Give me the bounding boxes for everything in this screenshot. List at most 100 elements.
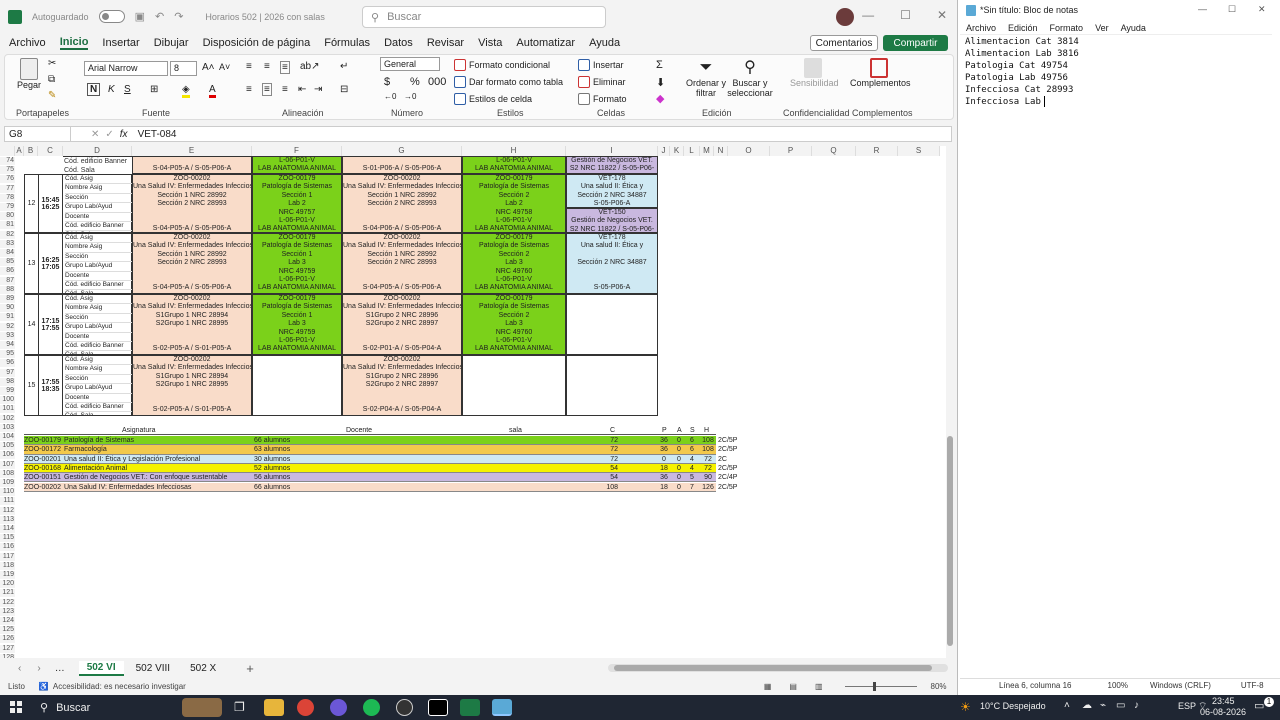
row-header-121[interactable]: 121 [0, 589, 15, 598]
summary-cell-a[interactable]: 0 [674, 483, 684, 492]
summary-cell-extra[interactable]: 2C/5P [716, 463, 756, 473]
column-header-o[interactable]: O [728, 146, 770, 156]
summary-cell-code[interactable]: ZOO-00168 [24, 464, 62, 473]
tab-disposicion[interactable]: Disposición de página [203, 37, 311, 49]
column-header-l[interactable]: L [684, 146, 700, 156]
column-header-f[interactable]: F [252, 146, 342, 156]
row-header-82[interactable]: 82 [0, 230, 15, 239]
row-header-113[interactable]: 113 [0, 515, 15, 524]
formula-input[interactable]: VET-084 [138, 129, 177, 140]
summary-cell-alumnos[interactable]: 30 alumnos [254, 455, 334, 464]
tab-dibujar[interactable]: Dibujar [154, 37, 189, 49]
row-header-94[interactable]: 94 [0, 341, 15, 349]
summary-cell-alumnos[interactable]: 56 alumnos [254, 473, 334, 482]
column-header-n[interactable]: N [714, 146, 728, 156]
column-header-m[interactable]: M [700, 146, 714, 156]
column-header-s[interactable]: S [898, 146, 940, 156]
summary-cell-c[interactable]: 72 [572, 436, 618, 445]
undo-icon[interactable]: ↶ [155, 10, 164, 23]
grow-font-icon[interactable]: A˄ [202, 62, 215, 73]
summary-row[interactable]: ZOO-00201 Una salud II: Ética y Legislaci… [24, 454, 756, 464]
app-icon[interactable] [330, 699, 347, 716]
column-header-e[interactable]: E [132, 146, 252, 156]
cut-icon[interactable]: ✂ [48, 58, 56, 69]
column-header-p[interactable]: P [770, 146, 812, 156]
zoom-slider[interactable] [844, 681, 917, 691]
cell-f14[interactable]: ZOO-00179 Patología de Sistemas Sección … [252, 294, 342, 355]
insert-function-icon[interactable]: fx [120, 129, 128, 140]
tab-inicio[interactable]: Inicio [59, 36, 89, 50]
summary-cell-a[interactable]: 0 [674, 455, 684, 464]
summary-cell-alumnos[interactable]: 63 alumnos [254, 445, 334, 454]
capcut-icon[interactable] [428, 699, 448, 716]
cell-e13[interactable]: ZOO-00202 Una Salud IV: Enfermedades Inf… [132, 233, 252, 294]
italic-icon[interactable]: K [108, 84, 115, 95]
cell-g12[interactable]: ZOO-00202 Una Salud IV: Enfermedades Inf… [342, 174, 462, 233]
search-box[interactable]: ⚲ Buscar [362, 6, 606, 28]
summary-cell-a[interactable]: 0 [674, 445, 684, 454]
confirm-formula-icon[interactable]: ✓ [105, 129, 113, 140]
summary-cell-code[interactable]: ZOO-00172 [24, 445, 62, 454]
summary-cell-code[interactable]: ZOO-00202 [24, 483, 62, 492]
tab-revisar[interactable]: Revisar [427, 37, 464, 49]
column-header-g[interactable]: G [342, 146, 462, 156]
page-layout-icon[interactable]: ▤ [789, 682, 797, 691]
summary-cell-p[interactable]: 36 [658, 473, 670, 482]
cell-h14[interactable]: ZOO-00179 Patología de Sistemas Sección … [462, 294, 566, 355]
next-sheet-icon[interactable]: › [37, 663, 40, 674]
summary-cell-c[interactable]: 54 [572, 464, 618, 473]
row-header-117[interactable]: 117 [0, 552, 15, 561]
summary-cell-name[interactable]: Una Salud IV: Enfermedades Infecciosas [64, 483, 249, 492]
thousands-icon[interactable]: 000 [428, 76, 446, 88]
cell-f74[interactable]: L-06-P01-V LAB ANATOMIA ANIMAL [252, 156, 342, 174]
row-header-98[interactable]: 98 [0, 377, 15, 386]
align-middle-icon[interactable]: ≡ [264, 61, 270, 72]
cell-f12[interactable]: ZOO-00179 Patología de Sistemas Sección … [252, 174, 342, 233]
cell-styles-button[interactable]: Estilos de celda [454, 93, 532, 105]
cancel-formula-icon[interactable]: ✕ [91, 129, 99, 140]
excel-taskbar-icon[interactable] [460, 699, 480, 716]
row-header-115[interactable]: 115 [0, 534, 15, 543]
cell-g15[interactable]: ZOO-00202 Una Salud IV: Enfermedades Inf… [342, 355, 462, 416]
np-menu-archivo[interactable]: Archivo [966, 23, 996, 33]
row-header-127[interactable]: 127 [0, 644, 15, 653]
row-header-111[interactable]: 111 [0, 497, 15, 506]
row-header-74[interactable]: 74 [0, 157, 15, 165]
tray-time[interactable]: 23:45 [1212, 696, 1235, 706]
notification-icon[interactable]: ▭ [1254, 699, 1264, 712]
clear-icon[interactable]: ◆ [656, 92, 664, 105]
autosum-icon[interactable]: Σ [656, 59, 663, 71]
summary-cell-p[interactable]: 18 [658, 483, 670, 492]
row-header-89[interactable]: 89 [0, 295, 15, 303]
cell-e14[interactable]: ZOO-00202 Una Salud IV: Enfermedades Inf… [132, 294, 252, 355]
np-menu-edicion[interactable]: Edición [1008, 23, 1038, 33]
row-header-107[interactable]: 107 [0, 460, 15, 469]
summary-cell-a[interactable]: 0 [674, 436, 684, 445]
copy-icon[interactable]: ⧉ [48, 74, 55, 85]
hscroll-thumb[interactable] [613, 665, 932, 671]
font-color-icon[interactable]: A [209, 84, 216, 98]
sheet-tab-502vi[interactable]: 502 VI [78, 660, 124, 676]
row-header-123[interactable]: 123 [0, 607, 15, 616]
save-icon[interactable]: ▣ [135, 10, 145, 23]
column-header-j[interactable]: J [658, 146, 670, 156]
font-size-select[interactable]: 8 [170, 61, 197, 76]
underline-icon[interactable]: S [124, 84, 131, 95]
row-header-79[interactable]: 79 [0, 203, 15, 211]
horizontal-scrollbar[interactable] [607, 664, 948, 672]
sort-filter-button[interactable]: ⏷ Ordenar y filtrar [684, 58, 728, 98]
row-header-128[interactable]: 128 [0, 653, 15, 658]
conditional-format-button[interactable]: Formato condicional [454, 59, 550, 71]
cell-i74[interactable]: Gestión de Negocios VET. S2 NRC 11822 / … [566, 156, 658, 174]
format-painter-icon[interactable]: ✎ [48, 90, 56, 101]
shrink-font-icon[interactable]: A˅ [219, 62, 230, 72]
row-header-101[interactable]: 101 [0, 405, 15, 414]
decrease-indent-icon[interactable]: ⇤ [298, 84, 306, 95]
row-header-93[interactable]: 93 [0, 331, 15, 340]
summary-cell-h[interactable]: 108 [700, 436, 716, 445]
weather-icon[interactable]: ☀ [960, 700, 971, 714]
cell-i15[interactable] [566, 355, 658, 416]
borders-icon[interactable]: ⊞ [150, 84, 158, 95]
summary-row[interactable]: ZOO-00151 Gestión de Negocios VET.: Con e… [24, 473, 756, 483]
tray-date[interactable]: 06-08-2026 [1200, 707, 1246, 717]
